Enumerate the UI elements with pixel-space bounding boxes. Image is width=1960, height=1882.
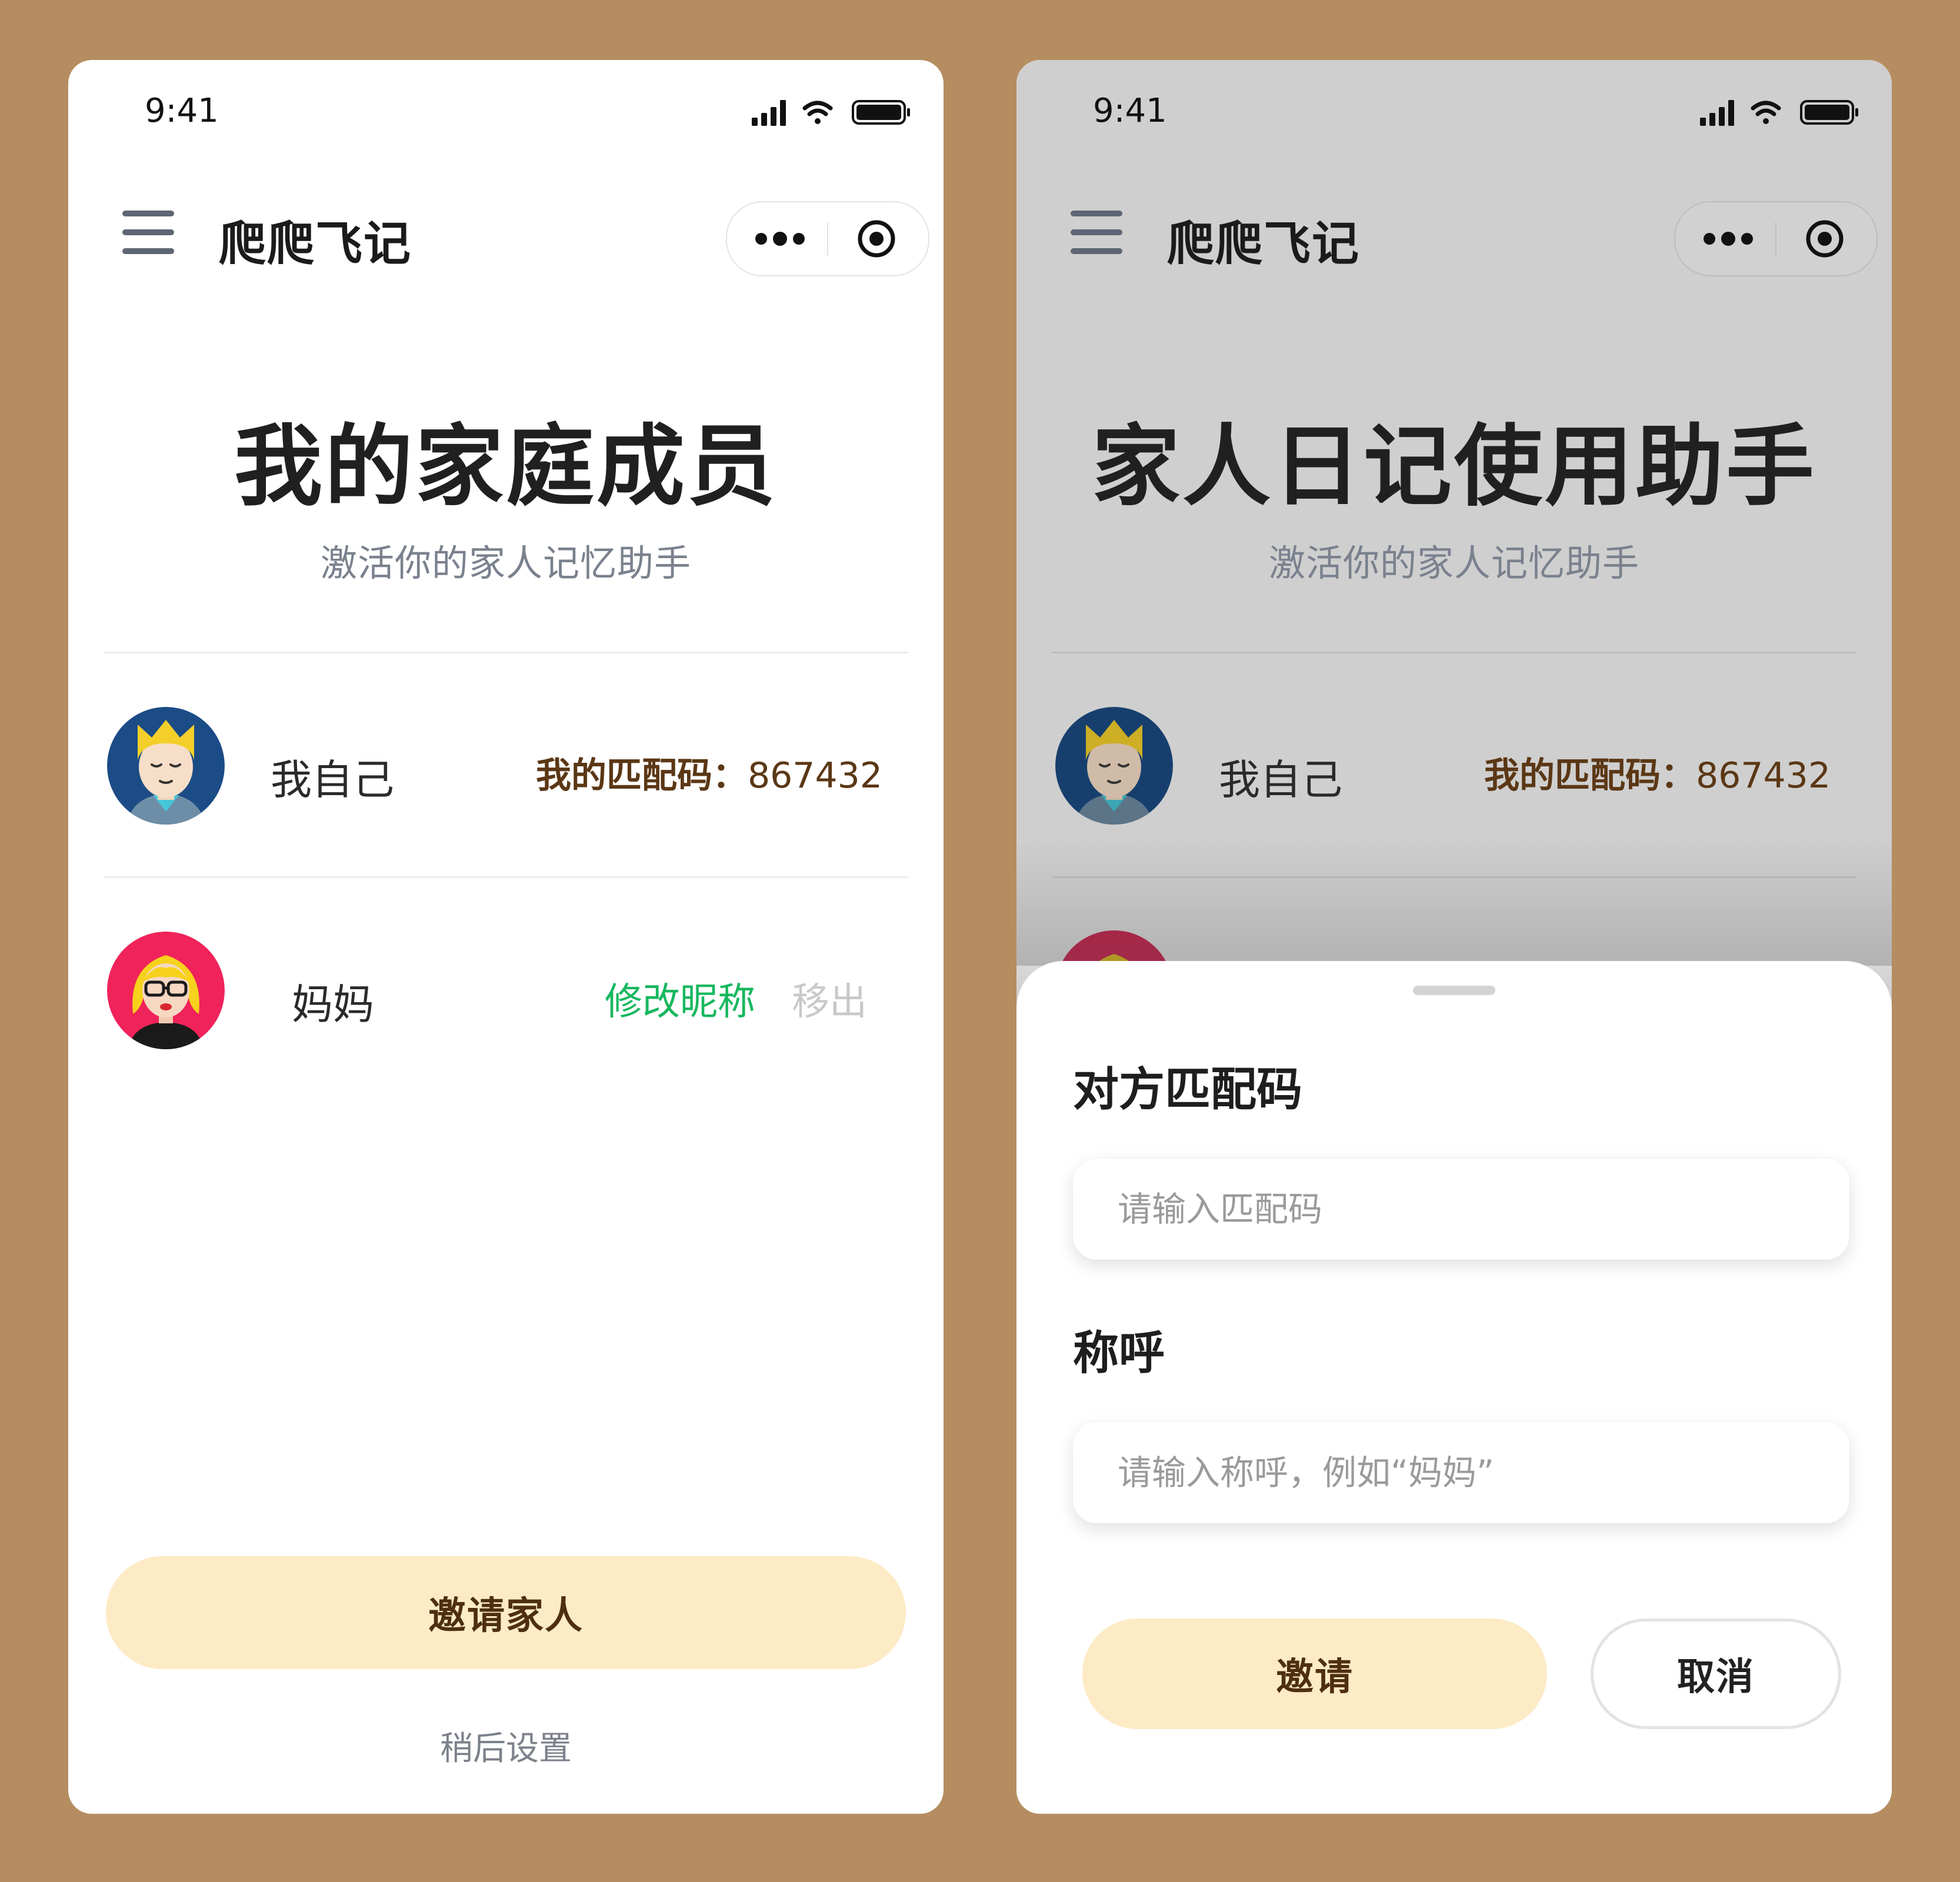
- member-name: 我自己: [271, 756, 394, 804]
- more-icon[interactable]: [751, 222, 809, 255]
- status-time: 9:41: [1093, 92, 1167, 130]
- match-code-value: 867432: [747, 755, 882, 796]
- my-match-code: 我的匹配码：867432: [536, 747, 882, 798]
- status-bar: 9:41: [68, 60, 944, 166]
- page-title: 家人日记使用助手: [1091, 416, 1816, 518]
- cancel-button[interactable]: 取消: [1591, 1619, 1841, 1729]
- navigation-bar: 爬爬飞记: [68, 178, 944, 276]
- page-subtitle: 激活你的家人记忆助手: [320, 542, 691, 585]
- menu-icon[interactable]: [1071, 211, 1122, 255]
- rename-link[interactable]: 修改昵称: [605, 972, 755, 1026]
- member-name: 妈妈: [292, 980, 374, 1029]
- match-code-label: 我的匹配码：: [535, 755, 748, 796]
- nickname-input[interactable]: [1073, 1422, 1849, 1523]
- member-row-mom: 妈妈 修改昵称 移出: [68, 919, 944, 1049]
- family-members-screen: 9:41 爬爬飞记 我的家庭成员 激活你的家人记忆助手 我自己 我的匹配码：86…: [68, 60, 944, 1814]
- drag-handle[interactable]: [1413, 986, 1495, 995]
- wifi-icon: [802, 101, 833, 124]
- remove-link[interactable]: 移出: [792, 972, 867, 1026]
- close-target-icon[interactable]: [1804, 218, 1846, 260]
- man-avatar-icon: [107, 707, 225, 825]
- signal-icon: [1700, 100, 1734, 126]
- mini-program-capsule: [726, 201, 929, 276]
- wifi-icon: [1751, 101, 1781, 124]
- match-code-value: 867432: [1695, 755, 1831, 796]
- invite-sheet-screen: 9:41 爬爬飞记 家人日记使用助手 激活你的家人记忆助手 我自己 我的匹配码：…: [1016, 60, 1892, 1814]
- member-row-self: 我自己 我的匹配码：867432: [1016, 694, 1892, 825]
- status-icons: [1700, 100, 1858, 126]
- mini-program-capsule: [1674, 201, 1878, 276]
- divider: [104, 652, 908, 653]
- capsule-divider: [1775, 222, 1776, 255]
- status-time: 9:41: [145, 92, 219, 130]
- page-title: 我的家庭成员: [234, 416, 778, 518]
- app-name: 爬爬飞记: [1167, 216, 1360, 271]
- man-avatar-icon: [1055, 707, 1173, 825]
- status-icons: [752, 100, 910, 126]
- match-code-field-label: 对方匹配码: [1073, 1063, 1303, 1116]
- member-name: 我自己: [1219, 756, 1342, 804]
- match-code-label: 我的匹配码：: [1484, 755, 1696, 796]
- battery-icon: [1800, 100, 1858, 125]
- more-icon[interactable]: [1699, 222, 1758, 255]
- divider: [1052, 652, 1856, 653]
- menu-icon[interactable]: [122, 211, 174, 255]
- close-target-icon[interactable]: [855, 218, 898, 260]
- divider: [104, 876, 908, 878]
- invite-family-button[interactable]: 邀请家人: [106, 1556, 906, 1669]
- battery-icon: [852, 100, 910, 125]
- member-row-self: 我自己 我的匹配码：867432: [68, 694, 944, 825]
- invite-bottom-sheet: 对方匹配码 称呼 邀请 取消: [1016, 961, 1892, 1814]
- invite-button[interactable]: 邀请: [1082, 1619, 1547, 1729]
- status-bar: 9:41: [1016, 60, 1892, 166]
- capsule-divider: [827, 222, 828, 255]
- navigation-bar: 爬爬飞记: [1016, 178, 1892, 276]
- my-match-code: 我的匹配码：867432: [1484, 747, 1831, 798]
- signal-icon: [752, 100, 786, 126]
- set-later-link[interactable]: 稍后设置: [68, 1722, 944, 1770]
- match-code-input[interactable]: [1073, 1159, 1849, 1260]
- woman-avatar-icon: [107, 932, 225, 1049]
- page-subtitle: 激活你的家人记忆助手: [1268, 542, 1639, 585]
- nickname-field-label: 称呼: [1073, 1327, 1165, 1380]
- app-name: 爬爬飞记: [219, 216, 412, 271]
